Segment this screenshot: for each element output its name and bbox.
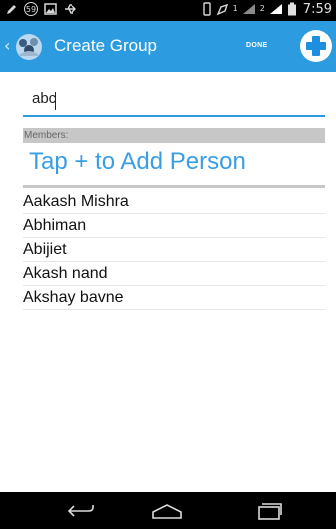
alarm-icon	[216, 3, 229, 16]
member-row[interactable]: Akash nand	[23, 262, 325, 286]
members-header: Members:	[23, 128, 325, 143]
up-caret-icon[interactable]: ‹	[4, 38, 10, 54]
status-bar: 59 1 2 7:59	[0, 0, 336, 21]
member-row[interactable]: Abijiet	[23, 238, 325, 262]
member-row[interactable]: Akshay bavne	[23, 286, 325, 310]
signal-icon	[269, 3, 283, 15]
member-row[interactable]: Abhiman	[23, 214, 325, 238]
navigation-bar	[0, 492, 336, 529]
member-list: Aakash Mishra Abhiman Abijiet Akash nand…	[23, 190, 325, 310]
signal-1-label: 1	[232, 4, 238, 13]
status-bar-left: 59	[6, 2, 77, 16]
page-title: Create Group	[54, 36, 157, 55]
add-person-button[interactable]	[300, 30, 332, 62]
status-time: 7:59	[302, 1, 332, 17]
add-person-prompt[interactable]: Tap + to Add Person	[29, 148, 246, 176]
add-divider	[23, 185, 325, 188]
recents-icon[interactable]	[253, 502, 285, 520]
pencil-icon	[6, 3, 18, 15]
back-icon[interactable]	[65, 502, 97, 520]
member-row[interactable]: Aakash Mishra	[23, 190, 325, 214]
battery-icon	[287, 2, 297, 16]
status-bar-right: 1 2 7:59	[202, 1, 332, 17]
signal-2-label: 2	[259, 4, 265, 13]
done-button[interactable]: DONE	[246, 42, 267, 49]
text-cursor	[55, 92, 56, 110]
home-icon[interactable]	[150, 502, 182, 520]
vibrate-icon	[202, 2, 212, 16]
image-icon	[44, 3, 57, 15]
usb-icon	[63, 3, 77, 15]
group-name-input[interactable]	[23, 85, 325, 117]
action-bar: ‹ Create Group DONE	[0, 21, 336, 72]
group-app-icon[interactable]	[14, 32, 44, 62]
notification-badge: 59	[24, 2, 38, 16]
signal-icon	[242, 3, 256, 15]
